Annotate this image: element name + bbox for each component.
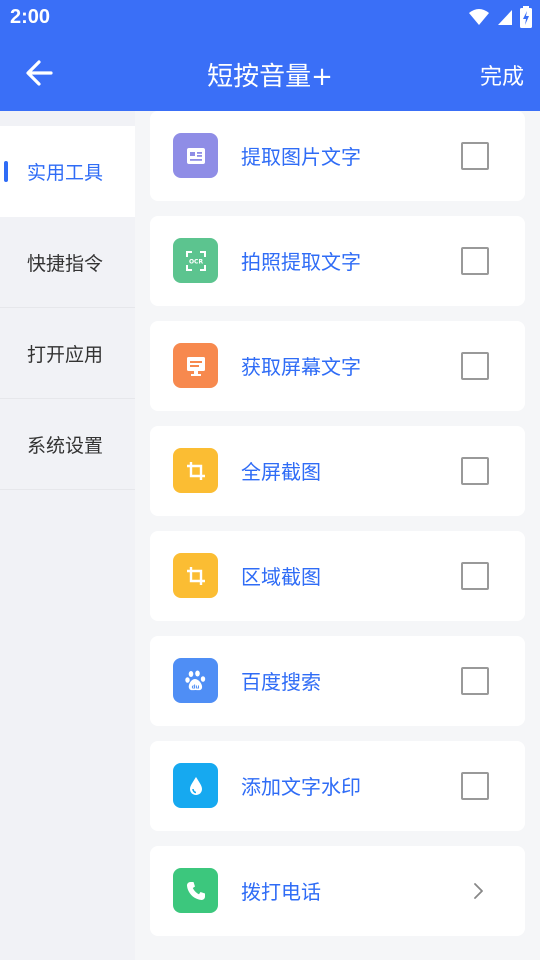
sidebar-item-label: 系统设置 [27,434,104,457]
sidebar-item-label: 实用工具 [27,161,104,184]
tool-list: 提取图片文字 OCR 拍照提取文字 获取屏幕文字 全屏截图 区域截图 du 百度… [135,111,540,960]
page-title: 短按音量+ [207,62,333,92]
status-bar: 2:00 [0,0,540,36]
tool-label: 拍照提取文字 [241,250,361,274]
chevron-right-icon[interactable] [468,880,488,902]
sidebar-item-label: 打开应用 [27,343,104,366]
baidu-paw-icon: du [184,670,205,690]
svg-text:du: du [191,684,199,690]
status-time: 2:00 [10,6,51,28]
tool-checkbox[interactable] [461,772,489,800]
ocr-scan-icon: OCR [185,250,206,271]
tool-label: 添加文字水印 [241,775,361,799]
phone-icon [186,881,205,900]
tool-item-phone-call[interactable]: 拨打电话 [150,846,525,936]
tool-label: 获取屏幕文字 [241,355,361,379]
status-icons [468,6,532,28]
icon-tile [173,448,218,493]
tool-item-region-capture[interactable]: 区域截图 [150,531,525,621]
icon-tile [173,553,218,598]
icon-tile [173,763,218,808]
tool-item-screen-text[interactable]: 获取屏幕文字 [150,321,525,411]
svg-text:OCR: OCR [188,258,203,265]
tool-checkbox[interactable] [461,142,489,170]
tool-item-text-watermark[interactable]: 添加文字水印 [150,741,525,831]
water-drop-icon [189,776,202,795]
active-indicator [4,161,8,182]
crop-icon [186,566,205,585]
cellular-signal-icon [498,10,512,25]
icon-tile [173,868,218,913]
battery-icon [520,6,532,28]
tool-checkbox[interactable] [461,667,489,695]
tool-checkbox[interactable] [461,352,489,380]
tool-item-photo-ocr[interactable]: OCR 拍照提取文字 [150,216,525,306]
tool-checkbox[interactable] [461,457,489,485]
icon-tile [173,133,218,178]
screen-text-icon [186,356,205,376]
sidebar-item-system-settings[interactable]: 系统设置 [0,399,135,490]
tool-item-image-text[interactable]: 提取图片文字 [150,111,525,201]
tool-item-fullscreen-capture[interactable]: 全屏截图 [150,426,525,516]
wifi-icon [469,9,489,25]
tool-label: 区域截图 [241,565,321,589]
tool-label: 提取图片文字 [241,145,361,169]
tool-label: 全屏截图 [241,460,321,484]
category-sidebar: 实用工具 快捷指令 打开应用 系统设置 [0,111,135,960]
crop-icon [186,461,205,480]
sidebar-item-open-app[interactable]: 打开应用 [0,308,135,399]
tool-item-baidu-search[interactable]: du 百度搜索 [150,636,525,726]
app-bar: 短按音量+ 完成 [0,36,540,111]
icon-tile: OCR [173,238,218,283]
sidebar-item-shortcuts[interactable]: 快捷指令 [0,217,135,308]
tool-label: 拨打电话 [241,880,321,904]
done-button[interactable]: 完成 [480,59,524,91]
tool-label: 百度搜索 [241,670,321,694]
image-text-icon [186,147,205,164]
sidebar-item-tools[interactable]: 实用工具 [0,126,135,217]
icon-tile: du [173,658,218,703]
icon-tile [173,343,218,388]
tool-checkbox[interactable] [461,247,489,275]
sidebar-item-label: 快捷指令 [27,252,104,275]
tool-checkbox[interactable] [461,562,489,590]
